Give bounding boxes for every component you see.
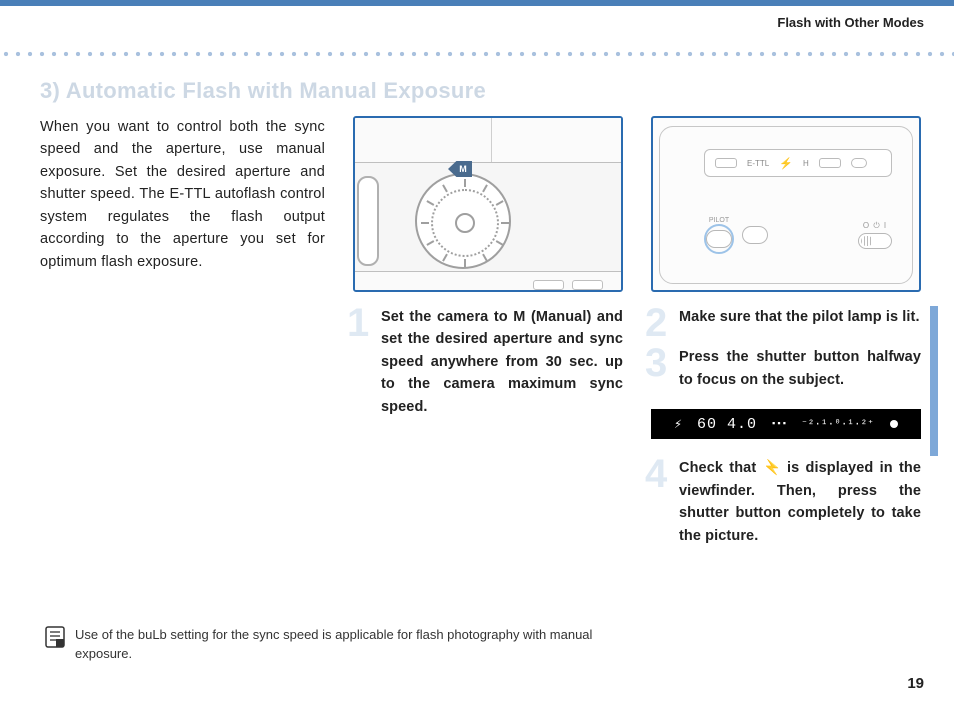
header-title: Flash with Other Modes (777, 15, 924, 30)
footnote: Use of the buLb setting for the sync spe… (45, 626, 605, 664)
note-icon (45, 626, 65, 648)
figure-flash-back-panel: E-TTL ⚡ H PILOT (651, 116, 921, 292)
section-heading: 3) Automatic Flash with Manual Exposure (40, 78, 924, 104)
running-header: Flash with Other Modes (0, 6, 954, 32)
power-label: O ⏻ I (863, 221, 887, 231)
step-3-number: 3 (645, 332, 667, 394)
intro-paragraph: When you want to control both the sync s… (40, 116, 325, 565)
flash-glyph-icon: ⚡ (763, 457, 781, 479)
footnote-text: Use of the buLb setting for the sync spe… (75, 626, 605, 664)
figure-camera-mode-dial: M (353, 116, 623, 292)
pilot-label: PILOT (704, 217, 734, 224)
step-3: 3 Press the shutter button halfway to fo… (651, 346, 921, 391)
focus-confirm-dot-icon (890, 420, 898, 428)
viewfinder-readout: 60 4.0 (697, 416, 757, 433)
side-tab-marker (930, 306, 938, 456)
flash-button (742, 226, 768, 244)
step-1-text: Set the camera to M (Manual) and set the… (381, 309, 623, 415)
step-2: 2 Make sure that the pilot lamp is lit. (651, 306, 921, 328)
viewfinder-display: ⚡ 60 4.0 ▪▪▪ ⁻²·¹·⁰·¹·²⁺ (651, 409, 921, 439)
flash-ready-icon: ⚡ (674, 417, 683, 432)
step-4-text: Check that ⚡ is displayed in the viewfin… (679, 460, 921, 543)
flash-lcd: E-TTL ⚡ H (704, 149, 892, 177)
pilot-lamp-highlight (704, 224, 734, 254)
step-4-number: 4 (645, 443, 667, 505)
step-1-number: 1 (347, 292, 369, 354)
step-2-text: Make sure that the pilot lamp is lit. (679, 309, 920, 325)
dotted-rule (0, 42, 954, 58)
power-switch-icon (858, 233, 892, 249)
viewfinder-scale: ⁻²·¹·⁰·¹·²⁺ (801, 417, 874, 431)
step-3-text: Press the shutter button halfway to focu… (679, 349, 921, 387)
step-4: 4 Check that ⚡ is displayed in the viewf… (651, 457, 921, 547)
step-1: 1 Set the camera to M (Manual) and set t… (353, 306, 623, 418)
page-number: 19 (907, 675, 924, 692)
